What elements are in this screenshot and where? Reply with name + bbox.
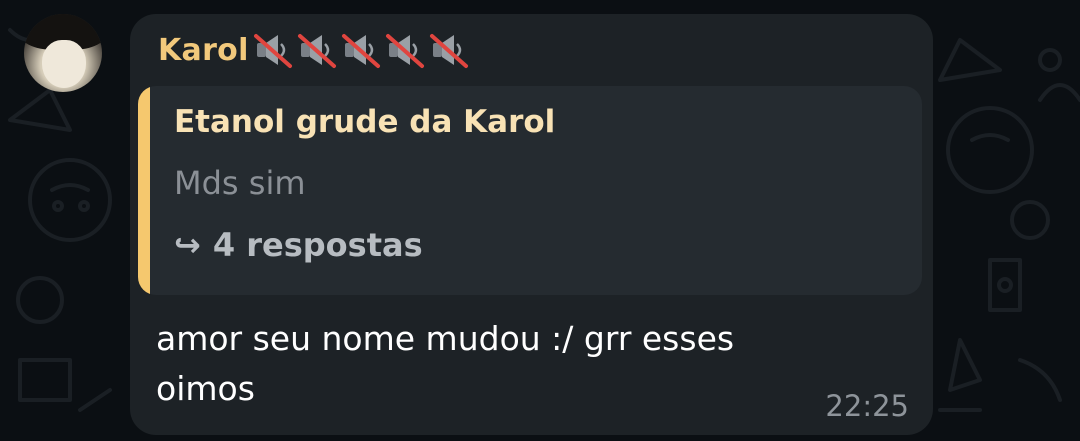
message-bubble[interactable]: Karol Etanol grude da Karol Mds sim ↪ 4 … (130, 14, 933, 435)
replies-link[interactable]: ↪ 4 respostas (174, 226, 423, 264)
replies-count-label[interactable]: 4 respostas (213, 226, 423, 264)
message-timestamp: 22:25 (825, 389, 909, 423)
quoted-message[interactable]: Etanol grude da Karol Mds sim ↪ 4 respos… (138, 86, 922, 295)
reply-arrow-icon: ↪ (174, 226, 201, 264)
sender-header[interactable]: Karol (158, 28, 471, 72)
quote-accent-bar (138, 86, 150, 295)
muted-speaker-icon (297, 34, 336, 68)
muted-speaker-icon (385, 34, 424, 68)
sender-name[interactable]: Karol (158, 33, 249, 68)
muted-speaker-icon (429, 34, 468, 68)
muted-speaker-icon (341, 34, 380, 68)
quote-text: Mds sim (174, 164, 306, 202)
avatar-face (42, 40, 86, 88)
message-text: amor seu nome mudou :/ grr esses oimos (156, 319, 735, 408)
quote-title: Etanol grude da Karol (174, 104, 556, 140)
muted-speaker-icon (253, 34, 292, 68)
sender-avatar[interactable] (24, 14, 102, 92)
